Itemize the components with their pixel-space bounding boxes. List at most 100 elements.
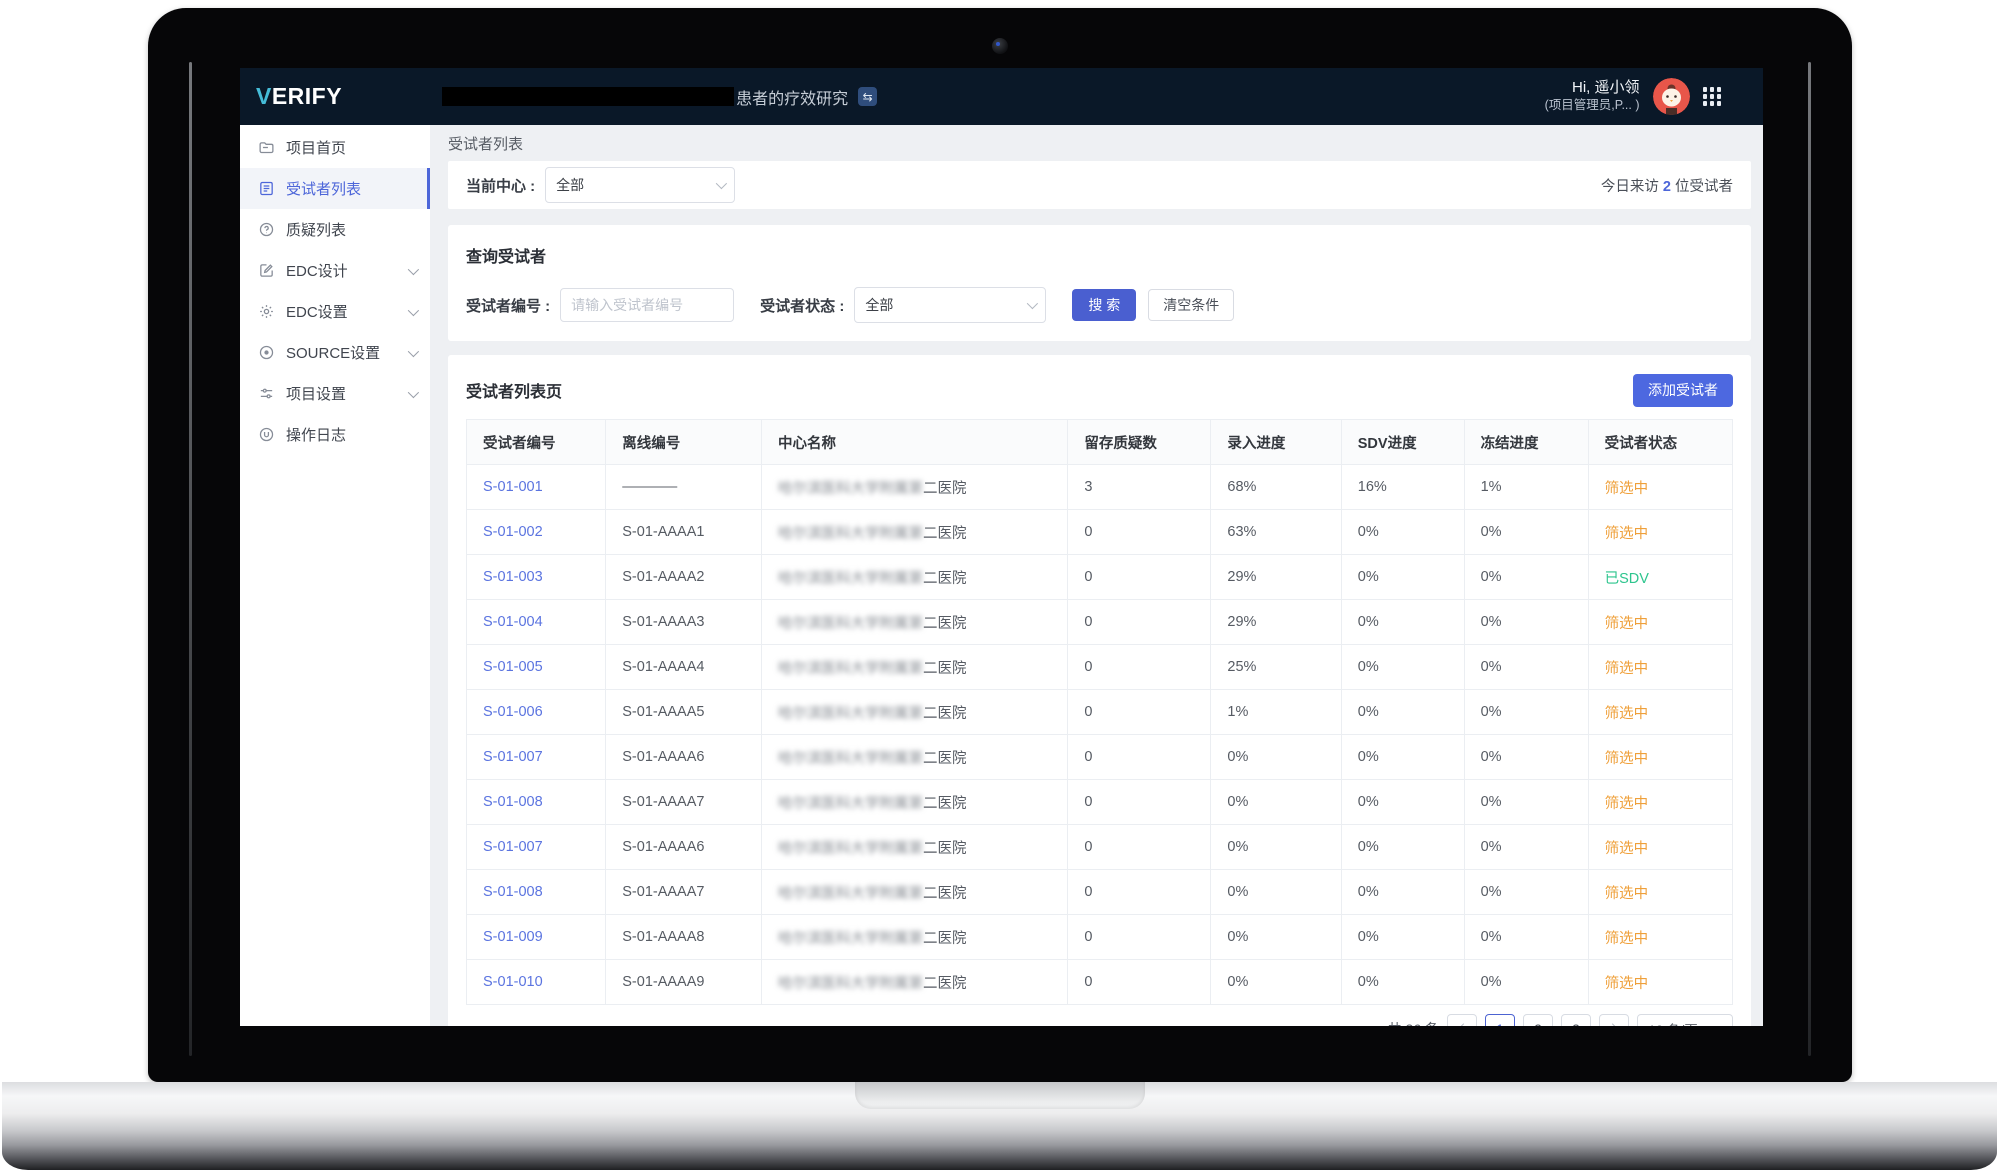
pagination-page-2[interactable]: 2 xyxy=(1523,1014,1553,1026)
subject-link[interactable]: S-01-001 xyxy=(483,479,543,495)
subject-link[interactable]: S-01-005 xyxy=(483,659,543,675)
subject-link[interactable]: S-01-003 xyxy=(483,569,543,585)
sdv-progress-cell: 0% xyxy=(1341,780,1464,825)
page-size-select[interactable]: 10 条/页 xyxy=(1637,1014,1733,1026)
freeze-progress-cell: 0% xyxy=(1464,555,1588,600)
center-name-redacted: 哈尔滨医科大学附属第 xyxy=(778,976,923,992)
sdv-progress-cell: 0% xyxy=(1341,870,1464,915)
subject-link[interactable]: S-01-006 xyxy=(483,704,543,720)
pagination-prev-button[interactable] xyxy=(1447,1014,1477,1026)
freeze-progress-cell: 0% xyxy=(1464,960,1588,1005)
subject-link[interactable]: S-01-007 xyxy=(483,749,543,765)
sidebar-item-edc-settings[interactable]: EDC设置 xyxy=(240,291,430,332)
center-select-value: 全部 xyxy=(556,175,706,195)
subject-id-label: 受试者编号 : xyxy=(466,295,550,316)
sdv-progress-cell: 0% xyxy=(1341,690,1464,735)
today-visitor-count: 2 xyxy=(1663,179,1671,195)
center-name-redacted: 哈尔滨医科大学附属第 xyxy=(778,841,923,857)
pagination-page-1[interactable]: 1 xyxy=(1485,1014,1515,1026)
subject-status-select[interactable]: 全部 xyxy=(854,287,1046,323)
sidebar-label: EDC设计 xyxy=(286,260,348,281)
sdv-progress-cell: 0% xyxy=(1341,555,1464,600)
subject-id-input[interactable] xyxy=(560,288,734,322)
status-badge: 筛选中 xyxy=(1605,661,1649,677)
pen-square-icon xyxy=(258,262,275,279)
avatar[interactable] xyxy=(1653,78,1690,115)
sidebar: 项目首页 受试者列表 质疑列表 xyxy=(240,125,430,1026)
sdv-progress-cell: 0% xyxy=(1341,915,1464,960)
sidebar-item-operation-log[interactable]: 操作日志 xyxy=(240,414,430,455)
freeze-progress-cell: 0% xyxy=(1464,915,1588,960)
col-open-queries: 留存质疑数 xyxy=(1068,420,1211,465)
table-row: S-01-007S-01-AAAA6哈尔滨医科大学附属第二医院00%0%0%筛选… xyxy=(467,735,1733,780)
subject-status-cell: 筛选中 xyxy=(1588,690,1732,735)
sidebar-item-source-settings[interactable]: SOURCE设置 xyxy=(240,332,430,373)
center-name-redacted: 哈尔滨医科大学附属第 xyxy=(778,931,923,947)
laptop-base xyxy=(2,1082,1997,1170)
center-name-cell: 哈尔滨医科大学附属第二医院 xyxy=(761,465,1067,510)
center-select[interactable]: 全部 xyxy=(545,167,735,203)
sidebar-item-project-settings[interactable]: 项目设置 xyxy=(240,373,430,414)
sdv-progress-cell: 0% xyxy=(1341,510,1464,555)
table-row: S-01-008S-01-AAAA7哈尔滨医科大学附属第二医院00%0%0%筛选… xyxy=(467,870,1733,915)
subject-link[interactable]: S-01-008 xyxy=(483,884,543,900)
study-title: 患者的疗效研究 ⇆ xyxy=(442,85,877,109)
center-name-redacted: 哈尔滨医科大学附属第 xyxy=(778,661,923,677)
center-name-cell: 哈尔滨医科大学附属第二医院 xyxy=(761,870,1067,915)
subject-link[interactable]: S-01-009 xyxy=(483,929,543,945)
laptop-lid: VERIFY 患者的疗效研究 ⇆ Hi, 遥小领 (项目管理员,P... ) xyxy=(148,8,1852,1082)
subject-status-cell: 筛选中 xyxy=(1588,915,1732,960)
study-title-text: 患者的疗效研究 xyxy=(736,85,848,109)
table-row: S-01-005S-01-AAAA4哈尔滨医科大学附属第二医院025%0%0%筛… xyxy=(467,645,1733,690)
center-name-cell: 哈尔滨医科大学附属第二医院 xyxy=(761,510,1067,555)
subject-status-cell: 筛选中 xyxy=(1588,825,1732,870)
pagination-page-3[interactable]: 3 xyxy=(1561,1014,1591,1026)
center-name-redacted: 哈尔滨医科大学附属第 xyxy=(778,796,923,812)
sdv-progress-cell: 16% xyxy=(1341,465,1464,510)
status-badge: 筛选中 xyxy=(1605,796,1649,812)
subject-table-body: S-01-001————哈尔滨医科大学附属第二医院368%16%1%筛选中S-0… xyxy=(467,465,1733,1005)
pagination-next-button[interactable] xyxy=(1599,1014,1629,1026)
center-name-redacted: 哈尔滨医科大学附属第 xyxy=(778,481,923,497)
switch-study-icon[interactable]: ⇆ xyxy=(858,87,877,106)
table-row: S-01-008S-01-AAAA7哈尔滨医科大学附属第二医院00%0%0%筛选… xyxy=(467,780,1733,825)
open-queries-cell: 0 xyxy=(1068,780,1211,825)
subject-link[interactable]: S-01-007 xyxy=(483,839,543,855)
open-queries-cell: 0 xyxy=(1068,915,1211,960)
subject-link[interactable]: S-01-004 xyxy=(483,614,543,630)
sidebar-item-project-home[interactable]: 项目首页 xyxy=(240,127,430,168)
search-button[interactable]: 搜 索 xyxy=(1072,289,1136,321)
webcam xyxy=(992,38,1008,54)
offline-id-cell: S-01-AAAA6 xyxy=(606,735,762,780)
subject-link[interactable]: S-01-010 xyxy=(483,974,543,990)
open-queries-cell: 0 xyxy=(1068,960,1211,1005)
app-grid-icon[interactable] xyxy=(1703,87,1722,106)
entry-progress-cell: 0% xyxy=(1211,960,1341,1005)
add-subject-button[interactable]: 添加受试者 xyxy=(1633,374,1733,407)
laptop-base-notch xyxy=(855,1082,1145,1109)
offline-id-cell: S-01-AAAA5 xyxy=(606,690,762,735)
sidebar-item-subject-list[interactable]: 受试者列表 xyxy=(240,168,430,209)
subject-status-cell: 筛选中 xyxy=(1588,465,1732,510)
sidebar-item-edc-design[interactable]: EDC设计 xyxy=(240,250,430,291)
chevron-down-icon xyxy=(408,304,419,315)
chevron-left-icon xyxy=(1458,1023,1469,1026)
entry-progress-cell: 1% xyxy=(1211,690,1341,735)
offline-id-cell: S-01-AAAA7 xyxy=(606,870,762,915)
subject-link[interactable]: S-01-008 xyxy=(483,794,543,810)
freeze-progress-cell: 0% xyxy=(1464,735,1588,780)
search-panel: 查询受试者 受试者编号 : 受试者状态 : 全部 搜 索 清空条件 xyxy=(448,225,1751,341)
freeze-progress-cell: 0% xyxy=(1464,780,1588,825)
log-circle-icon xyxy=(258,426,275,443)
center-name-cell: 哈尔滨医科大学附属第二医院 xyxy=(761,735,1067,780)
main-content: 受试者列表 当前中心 : 全部 今日来访2位受试者 查询受试者 xyxy=(430,125,1763,1026)
status-badge: 筛选中 xyxy=(1605,976,1649,992)
status-badge: 筛选中 xyxy=(1605,751,1649,767)
clear-filters-button[interactable]: 清空条件 xyxy=(1148,289,1234,321)
table-row: S-01-001————哈尔滨医科大学附属第二医院368%16%1%筛选中 xyxy=(467,465,1733,510)
sidebar-item-query-list[interactable]: 质疑列表 xyxy=(240,209,430,250)
center-name-redacted: 哈尔滨医科大学附属第 xyxy=(778,526,923,542)
open-queries-cell: 0 xyxy=(1068,510,1211,555)
subject-link[interactable]: S-01-002 xyxy=(483,524,543,540)
today-visitors: 今日来访2位受试者 xyxy=(1601,175,1733,196)
